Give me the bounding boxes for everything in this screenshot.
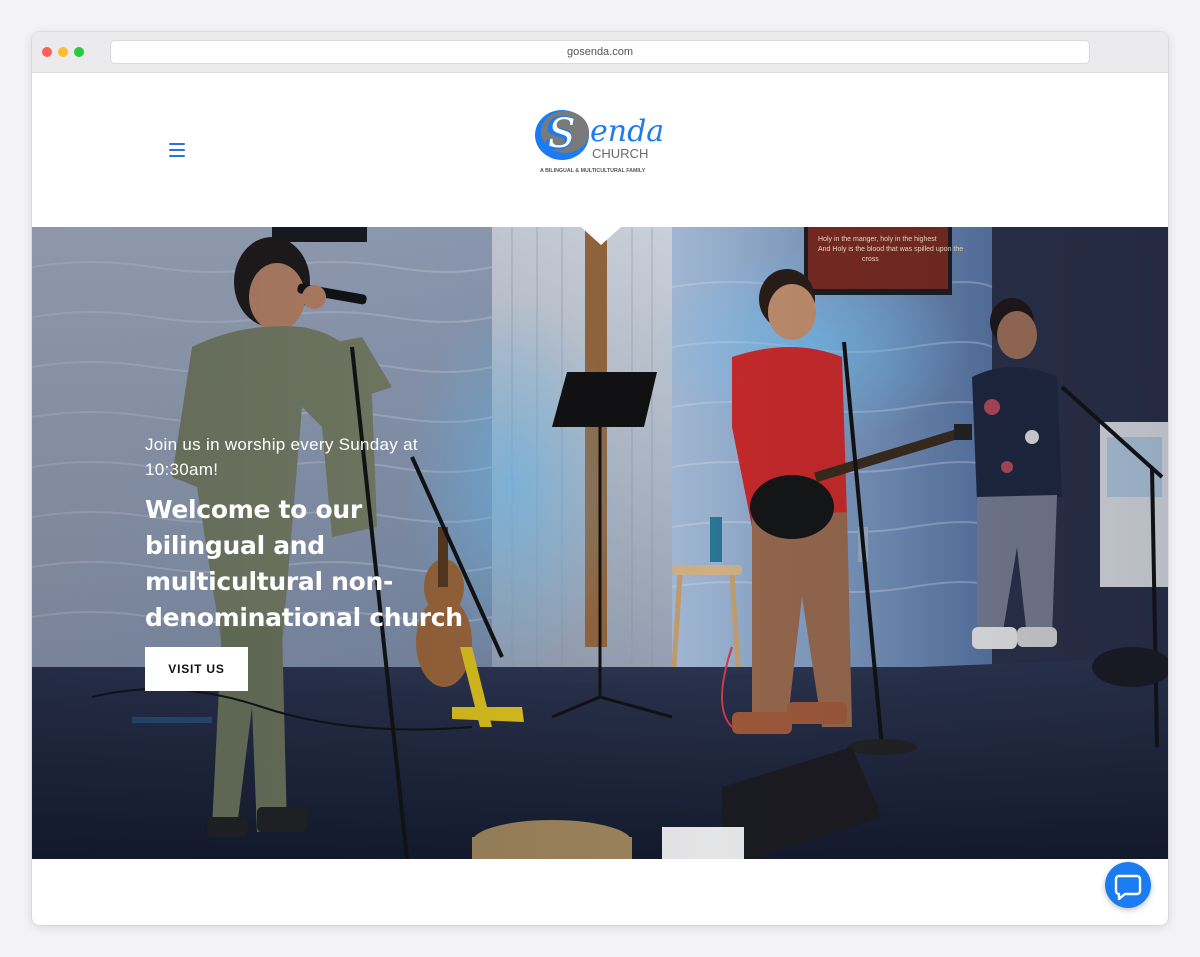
chat-launcher-button[interactable]: [1105, 862, 1151, 908]
address-bar[interactable]: gosenda.com: [110, 40, 1090, 64]
close-window-button[interactable]: [42, 47, 52, 57]
maximize-window-button[interactable]: [74, 47, 84, 57]
hero-title: Welcome to our bilingual and multicultur…: [145, 495, 463, 632]
page-content-below-hero: [32, 859, 1168, 925]
senda-church-logo[interactable]: S S enda CHURCH A BILINGUAL & MULTICULTU…: [532, 103, 672, 183]
hero-section: Holy in the manger, holy in the highest …: [32, 227, 1168, 859]
browser-window: gosenda.com S S enda CHURCH A BILINGUAL …: [32, 32, 1168, 925]
hero-subtitle: Join us in worship every Sunday at 10:30…: [145, 435, 418, 479]
header-notch-arrow: [581, 227, 621, 245]
logo-graphic: S S enda CHURCH A BILINGUAL & MULTICULTU…: [535, 109, 664, 174]
logo-tagline: A BILINGUAL & MULTICULTURAL FAMILY: [540, 168, 646, 174]
hamburger-menu-icon[interactable]: [169, 143, 185, 157]
chat-bubble-icon: [1114, 874, 1142, 901]
visit-us-button[interactable]: VISIT US: [145, 647, 248, 691]
logo-wordmark: enda: [590, 114, 664, 149]
hero-text-block: Join us in worship every Sunday at 10:30…: [145, 432, 505, 691]
svg-text:S: S: [548, 111, 575, 157]
minimize-window-button[interactable]: [58, 47, 68, 57]
logo-subtitle: CHURCH: [592, 146, 648, 161]
browser-titlebar: gosenda.com: [32, 32, 1168, 73]
site-header: S S enda CHURCH A BILINGUAL & MULTICULTU…: [32, 73, 1168, 227]
